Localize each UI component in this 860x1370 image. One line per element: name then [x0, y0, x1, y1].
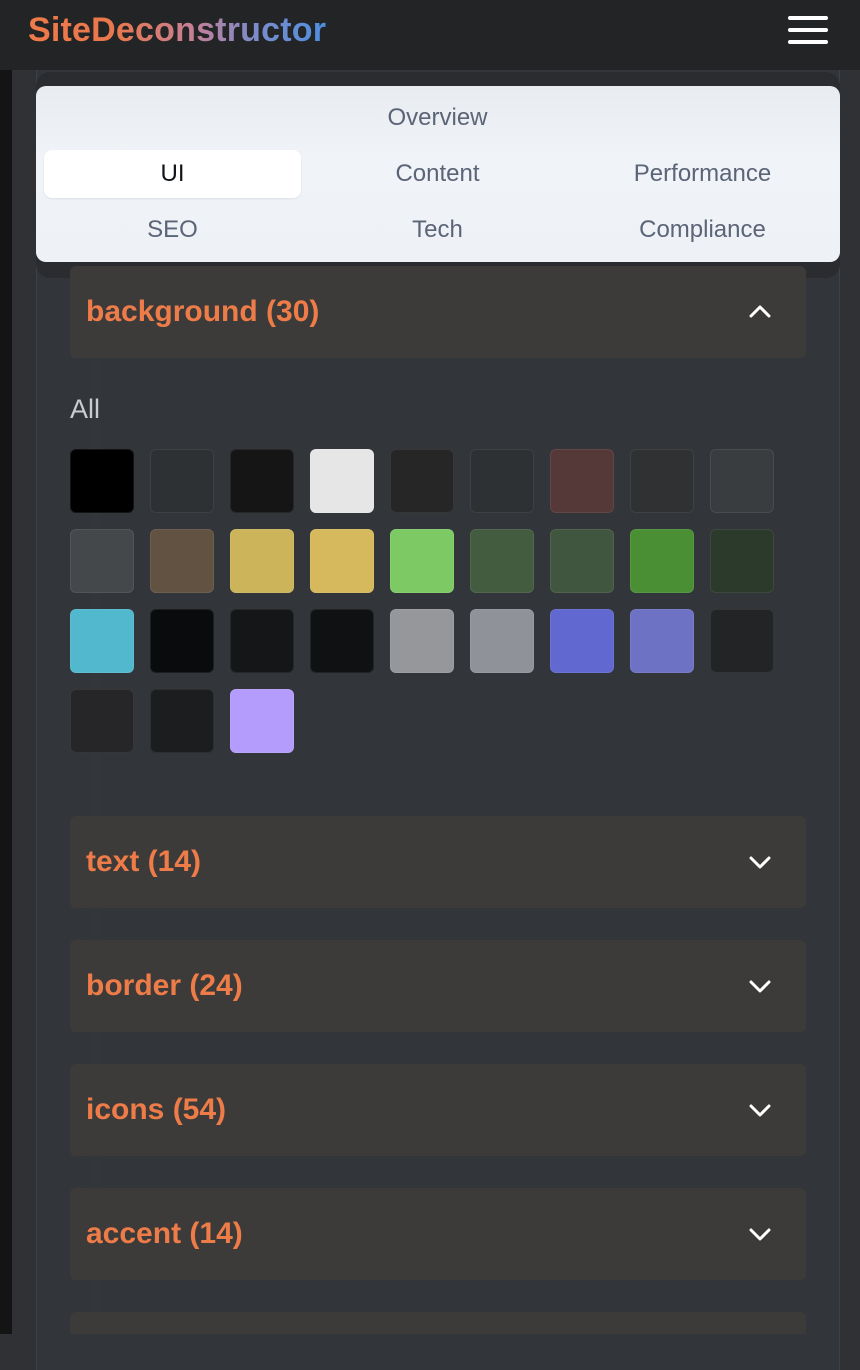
section-text-header[interactable]: text (14) — [70, 816, 806, 908]
chevron-up-icon[interactable] — [748, 300, 772, 324]
color-swatch[interactable] — [70, 689, 134, 753]
color-swatch[interactable] — [310, 529, 374, 593]
color-swatch[interactable] — [470, 529, 534, 593]
color-filter-all[interactable]: All — [70, 394, 100, 425]
color-swatch[interactable] — [70, 609, 134, 673]
color-swatch[interactable] — [310, 449, 374, 513]
app-logo[interactable]: SiteDeconstructor — [28, 10, 326, 50]
color-swatch[interactable] — [150, 529, 214, 593]
color-swatch[interactable] — [470, 449, 534, 513]
hamburger-menu-icon[interactable] — [782, 12, 834, 48]
section-nav: Overview UI Content Performance SEO Tech… — [36, 86, 840, 262]
color-swatch[interactable] — [310, 609, 374, 673]
color-swatch[interactable] — [550, 449, 614, 513]
color-swatch[interactable] — [150, 609, 214, 673]
color-swatch[interactable] — [630, 449, 694, 513]
chevron-down-icon[interactable] — [748, 850, 772, 874]
tab-overview[interactable]: Overview — [309, 94, 566, 142]
tab-seo[interactable]: SEO — [44, 206, 301, 254]
color-swatch[interactable] — [230, 529, 294, 593]
color-swatch[interactable] — [710, 609, 774, 673]
section-icons-header[interactable]: icons (54) — [70, 1064, 806, 1156]
tab-performance[interactable]: Performance — [574, 150, 831, 198]
chevron-down-icon[interactable] — [748, 974, 772, 998]
tab-compliance[interactable]: Compliance — [574, 206, 831, 254]
color-swatch[interactable] — [70, 449, 134, 513]
section-accent-header[interactable]: accent (14) — [70, 1188, 806, 1280]
color-swatch[interactable] — [710, 529, 774, 593]
color-swatch[interactable] — [470, 609, 534, 673]
color-swatch[interactable] — [630, 609, 694, 673]
chevron-down-icon[interactable] — [748, 1098, 772, 1122]
section-text-title: text (14) — [86, 845, 202, 878]
color-swatch[interactable] — [230, 689, 294, 753]
section-accent-title: accent (14) — [86, 1217, 243, 1250]
color-swatch[interactable] — [230, 609, 294, 673]
tab-tech[interactable]: Tech — [309, 206, 566, 254]
section-next-header[interactable] — [70, 1312, 806, 1334]
color-swatch[interactable] — [150, 689, 214, 753]
color-swatch[interactable] — [550, 529, 614, 593]
color-swatch[interactable] — [550, 609, 614, 673]
color-swatch[interactable] — [150, 449, 214, 513]
color-swatch[interactable] — [70, 529, 134, 593]
color-swatch[interactable] — [630, 529, 694, 593]
section-border-title: border (24) — [86, 969, 243, 1002]
section-background-header[interactable]: background (30) — [70, 266, 806, 358]
top-bar: SiteDeconstructor — [0, 0, 860, 70]
left-edge — [0, 70, 12, 1334]
color-swatch[interactable] — [390, 529, 454, 593]
tab-ui[interactable]: UI — [44, 150, 301, 198]
chevron-down-icon[interactable] — [748, 1222, 772, 1246]
section-icons-title: icons (54) — [86, 1093, 227, 1126]
color-swatch[interactable] — [230, 449, 294, 513]
tab-content[interactable]: Content — [309, 150, 566, 198]
section-border-header[interactable]: border (24) — [70, 940, 806, 1032]
color-swatch[interactable] — [390, 609, 454, 673]
section-background-title: background (30) — [86, 295, 320, 328]
color-swatch[interactable] — [710, 449, 774, 513]
color-swatch[interactable] — [390, 449, 454, 513]
